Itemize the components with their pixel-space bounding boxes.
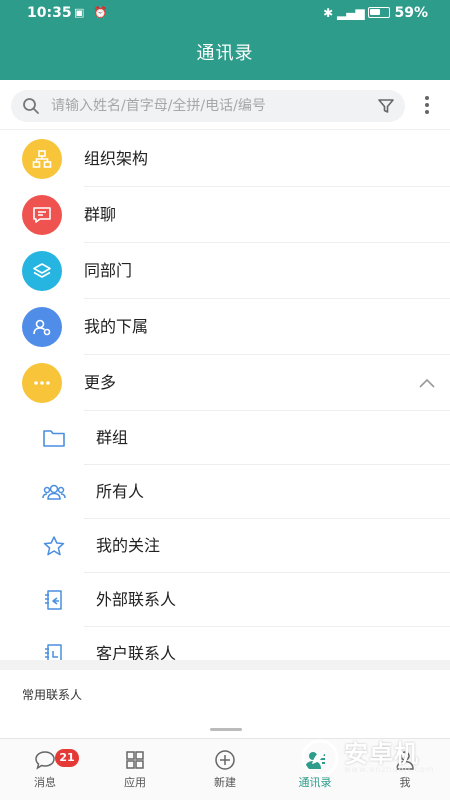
nav-apps[interactable]: 应用	[90, 739, 180, 801]
status-right: ✱ ▂▄▆ 59%	[323, 5, 428, 21]
sub-item-following[interactable]: 我的关注	[0, 519, 450, 573]
watermark: 安卓机 www.anzhuoji.com	[300, 734, 440, 786]
folder-icon	[43, 430, 65, 447]
chat-bubble-icon	[35, 751, 55, 770]
status-time: 10:35	[27, 5, 72, 21]
section-divider	[0, 660, 450, 670]
sub-item-label: 我的关注	[96, 536, 161, 555]
status-bar: 10:35 ▣ ⏰ ✱ ▂▄▆ 59%	[0, 0, 450, 28]
nav-label: 消息	[34, 776, 56, 789]
menu-item-label: 我的下属	[84, 317, 149, 336]
more-dots-icon	[34, 381, 50, 385]
bluetooth-icon: ✱	[323, 6, 334, 20]
notification-icons: ▣ ⏰	[74, 6, 111, 19]
battery-icon	[368, 7, 391, 18]
menu-item-same-department[interactable]: 同部门	[0, 243, 450, 299]
nav-label: 应用	[124, 776, 146, 789]
sub-item-customer-contacts[interactable]: 客户联系人	[0, 627, 450, 681]
sheet-handle[interactable]	[210, 728, 242, 731]
sub-item-label: 群组	[96, 428, 129, 447]
nav-messages[interactable]: 21 消息	[0, 739, 90, 801]
search-row	[0, 80, 450, 130]
battery-percent: 59%	[394, 5, 428, 21]
sub-item-label: 客户联系人	[96, 644, 177, 663]
menu-item-group-chat[interactable]: 群聊	[0, 187, 450, 243]
page-title: 通讯录	[0, 28, 450, 80]
sub-item-label: 所有人	[96, 482, 145, 501]
nav-new[interactable]: 新建	[180, 739, 270, 801]
more-options-icon[interactable]	[422, 96, 432, 118]
menu-icon-bg	[22, 139, 62, 179]
search-input[interactable]	[51, 90, 361, 122]
menu-item-more[interactable]: 更多	[0, 355, 450, 411]
org-chart-icon	[32, 150, 52, 168]
unread-badge: 21	[55, 749, 79, 767]
chevron-up-icon[interactable]	[418, 375, 436, 391]
menu-item-subordinates[interactable]: 我的下属	[0, 299, 450, 355]
layers-icon	[33, 263, 51, 278]
sub-item-external-contacts[interactable]: 外部联系人	[0, 573, 450, 627]
watermark-logo-icon	[301, 739, 339, 777]
add-circle-icon	[215, 750, 235, 770]
menu-item-label: 同部门	[84, 261, 133, 280]
sub-item-everyone[interactable]: 所有人	[0, 465, 450, 519]
watermark-text: 安卓机	[344, 740, 419, 768]
menu-item-label: 组织架构	[84, 149, 149, 168]
signal-icon: ▂▄▆	[336, 6, 365, 20]
nav-label: 新建	[214, 776, 236, 789]
search-box[interactable]	[11, 90, 405, 122]
menu-icon-bg	[22, 195, 62, 235]
watermark-url: www.anzhuoji.com	[344, 765, 435, 774]
star-icon	[43, 536, 65, 556]
search-icon	[23, 98, 39, 114]
menu-icon-bg	[22, 363, 62, 403]
external-contact-icon	[45, 590, 62, 610]
sub-item-groups[interactable]: 群组	[0, 411, 450, 465]
frequent-contacts-title: 常用联系人	[22, 688, 83, 702]
sub-item-label: 外部联系人	[96, 590, 177, 609]
people-icon	[42, 484, 66, 500]
menu-icon-bg	[22, 307, 62, 347]
menu-icon-bg	[22, 251, 62, 291]
menu-item-label: 群聊	[84, 205, 117, 224]
filter-icon[interactable]	[377, 97, 395, 115]
chat-icon	[33, 207, 51, 223]
apps-grid-icon	[126, 751, 144, 769]
menu-item-label: 更多	[84, 373, 117, 392]
menu-item-org[interactable]: 组织架构	[0, 131, 450, 187]
subordinate-icon	[33, 319, 51, 336]
